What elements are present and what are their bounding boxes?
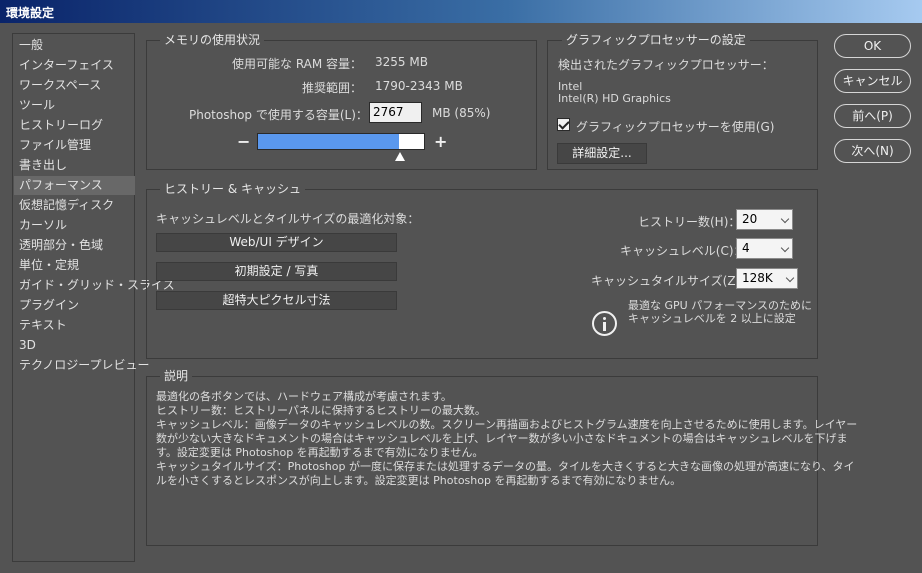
- description-line: ルを小さくするとレスポンスが向上します。設定変更は Photoshop を再起動…: [156, 474, 682, 487]
- window-titlebar[interactable]: 環境設定: [0, 0, 922, 23]
- gpu-note-line2: キャッシュレベルを 2 以上に設定: [628, 312, 796, 325]
- description-text: 最適化の各ボタンでは、ハードウェア構成が考慮されます。 ヒストリー数：ヒストリー…: [156, 390, 858, 488]
- web-ui-design-button[interactable]: Web/UI デザイン: [156, 233, 397, 252]
- sidebar-item-export[interactable]: 書き出し: [14, 156, 135, 175]
- photoshop-memory-input[interactable]: 2767: [369, 102, 422, 123]
- gpu-model: Intel(R) HD Graphics: [558, 92, 671, 105]
- ideal-range-value: 1790-2343 MB: [375, 79, 463, 93]
- description-line: ヒストリー数：ヒストリーパネルに保持するヒストリーの最大数。: [156, 404, 486, 417]
- sidebar-item-interface[interactable]: インターフェイス: [14, 56, 135, 75]
- chevron-down-icon: [780, 243, 790, 253]
- sidebar-item-guides-grid-slices[interactable]: ガイド・グリッド・スライス: [14, 276, 175, 295]
- sidebar-item-cursors[interactable]: カーソル: [14, 216, 135, 235]
- cache-tile-size-select[interactable]: 128K: [736, 268, 798, 289]
- cancel-button[interactable]: キャンセル: [834, 69, 911, 93]
- sidebar-item-type[interactable]: テキスト: [14, 316, 135, 335]
- memory-slider[interactable]: [257, 133, 425, 150]
- description-line: す。設定変更は Photoshop を再起動するまで有効になりません。: [156, 446, 484, 459]
- decrease-memory-icon[interactable]: −: [237, 134, 250, 150]
- sidebar-item-plugins[interactable]: プラグイン: [14, 296, 135, 315]
- history-states-value: 20: [742, 212, 758, 226]
- sidebar-item-history-log[interactable]: ヒストリーログ: [14, 116, 135, 135]
- cache-tile-size-label: キャッシュタイルサイズ(Z)：: [591, 274, 753, 288]
- info-icon: [592, 311, 617, 336]
- default-photos-button[interactable]: 初期設定 / 写真: [156, 262, 397, 281]
- use-gpu-label[interactable]: グラフィックプロセッサーを使用(G): [576, 118, 774, 135]
- sidebar-item-scratch-disks[interactable]: 仮想記憶ディスク: [14, 196, 135, 215]
- sidebar-item-transparency-gamut[interactable]: 透明部分・色域: [14, 236, 135, 255]
- available-ram-label: 使用可能な RAM 容量：: [232, 57, 363, 71]
- sidebar-item-units-rulers[interactable]: 単位・定規: [14, 256, 135, 275]
- memory-usage-title: メモリの使用状況: [160, 33, 265, 47]
- sidebar-item-technology-previews[interactable]: テクノロジープレビュー: [14, 356, 150, 375]
- use-gpu-checkbox[interactable]: [557, 118, 570, 131]
- chevron-down-icon: [780, 214, 790, 224]
- ok-button[interactable]: OK: [834, 34, 911, 58]
- description-line: キャッシュタイルサイズ：Photoshop が一度に保存または処理するデータの量…: [156, 460, 855, 473]
- window-title: 環境設定: [6, 6, 55, 20]
- chevron-down-icon: [785, 273, 795, 283]
- increase-memory-icon[interactable]: +: [434, 134, 447, 150]
- description-line: 最適化の各ボタンでは、ハードウェア構成が考慮されます。: [156, 390, 452, 403]
- memory-slider-fill: [258, 134, 399, 149]
- cache-levels-label: キャッシュレベル(C)：: [620, 244, 746, 258]
- description-line: キャッシュレベル：画像データのキャッシュレベルの数。スクリーン再描画およびヒスト…: [156, 418, 858, 431]
- memory-slider-thumb[interactable]: [395, 152, 405, 161]
- photoshop-memory-label: Photoshop で使用する容量(L)：: [189, 108, 368, 122]
- sidebar-item-performance[interactable]: パフォーマンス: [14, 176, 135, 195]
- sidebar-item-workspace[interactable]: ワークスペース: [14, 76, 135, 95]
- sidebar-item-3d[interactable]: 3D: [14, 336, 135, 355]
- sidebar-item-general[interactable]: 一般: [14, 36, 135, 55]
- cache-levels-select[interactable]: 4: [736, 238, 793, 259]
- sidebar-item-file-handling[interactable]: ファイル管理: [14, 136, 135, 155]
- available-ram-value: 3255 MB: [375, 55, 428, 69]
- photoshop-memory-unit: MB (85%): [432, 106, 491, 120]
- description-title: 説明: [160, 369, 193, 383]
- sidebar-item-tools[interactable]: ツール: [14, 96, 135, 115]
- detected-gpu-label: 検出されたグラフィックプロセッサー：: [558, 58, 774, 72]
- description-line: 数が少ない大きなドキュメントの場合はキャッシュレベルを上げ、レイヤー数が多い小さ…: [156, 432, 848, 445]
- ideal-range-label: 推奨範囲：: [302, 81, 363, 95]
- next-button[interactable]: 次へ(N): [834, 139, 911, 163]
- cache-tile-size-value: 128K: [742, 271, 773, 285]
- history-cache-title: ヒストリー & キャッシュ: [160, 182, 305, 196]
- history-states-label: ヒストリー数(H)：: [638, 215, 741, 229]
- cache-optimize-label: キャッシュレベルとタイルサイズの最適化対象：: [156, 212, 420, 226]
- category-sidebar: 一般 インターフェイス ワークスペース ツール ヒストリーログ ファイル管理 書…: [12, 33, 175, 562]
- history-states-select[interactable]: 20: [736, 209, 793, 230]
- huge-pixel-dimensions-button[interactable]: 超特大ピクセル寸法: [156, 291, 397, 310]
- cache-levels-value: 4: [742, 241, 750, 255]
- advanced-settings-button[interactable]: 詳細設定...: [557, 143, 647, 164]
- gpu-settings-title: グラフィックプロセッサーの設定: [562, 33, 750, 47]
- previous-button[interactable]: 前へ(P): [834, 104, 911, 128]
